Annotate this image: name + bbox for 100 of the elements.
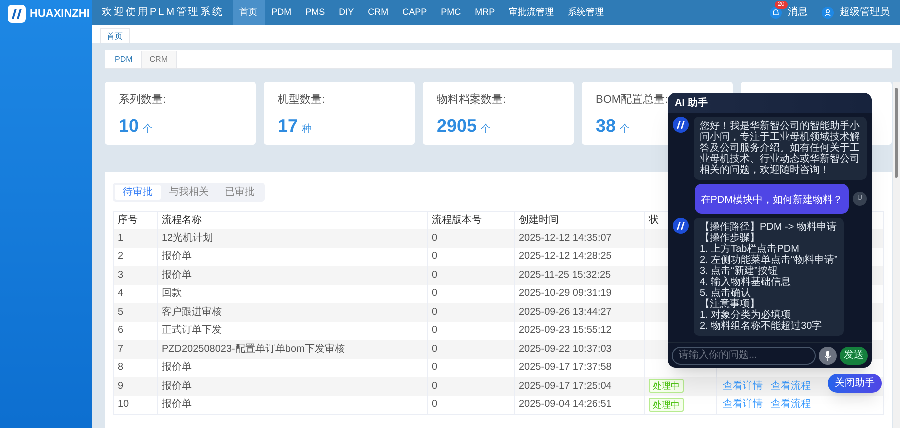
- action-link[interactable]: 查看详情: [723, 397, 763, 412]
- nav-tab[interactable]: CAPP: [396, 0, 434, 25]
- table-cell-text: 回款: [162, 287, 182, 302]
- table-cell-text: 0: [432, 361, 438, 376]
- nav-tab[interactable]: 首页: [232, 0, 265, 25]
- table-cell-text: 10: [118, 398, 130, 412]
- table-cell-text: 0: [432, 287, 438, 302]
- column-header: 流程名称: [162, 214, 202, 228]
- stat-unit: 种: [302, 122, 312, 136]
- column-header: 状: [649, 214, 659, 228]
- table-cell-text: 2025-09-23 15:55:12: [519, 324, 612, 338]
- stat-unit: 个: [143, 122, 154, 136]
- logo-icon: [8, 5, 26, 23]
- assistant-title: AI 助手: [675, 96, 708, 110]
- table-cell-text: 9: [118, 380, 124, 394]
- status-tag: 处理中: [649, 379, 684, 394]
- question-input[interactable]: 请输入你的问题...: [672, 346, 816, 364]
- nav-tab[interactable]: 审批流管理: [502, 0, 562, 25]
- table-cell-text: 0: [432, 268, 438, 283]
- table-cell-text: 2025-11-25 15:32:25: [519, 268, 612, 283]
- table-cell-text: 0: [432, 232, 438, 246]
- scrollbar-thumb[interactable]: [895, 88, 898, 178]
- message-line: 您好！我是华新智公司的智能助手小问小问，专注于工业母机领域技术解答及公司服务介绍。如有任何关于工业母机技术、行业动态或华新智公司相关的问题，欢迎随时咨询！: [700, 121, 861, 176]
- stat-unit: 个: [620, 122, 630, 136]
- message-line: 4. 输入物料基础信息: [700, 277, 792, 288]
- stat-value: 10: [119, 116, 140, 134]
- message-line: 在PDM模块中，如何新建物料？: [700, 195, 843, 206]
- table-cell-text: 2025-12-12 14:28:25: [519, 250, 612, 264]
- table-cell-text: 2025-09-17 17:37:58: [519, 361, 612, 376]
- approval-tab[interactable]: 待审批: [115, 185, 161, 200]
- stat-label: BOM配置总量:: [596, 93, 668, 108]
- table-cell-text: 12光机计划: [162, 232, 214, 246]
- nav-tab[interactable]: DIY: [332, 0, 362, 25]
- table-cell-text: 0: [432, 306, 438, 320]
- message-line: 【注意事项】: [700, 299, 760, 310]
- table-cell-text: PZD202508023-配置单订单bom下发审核: [162, 342, 345, 357]
- logo-text: HUAXINZHI: [30, 8, 90, 20]
- approval-tab[interactable]: 与我相关: [161, 185, 217, 200]
- nav-tab[interactable]: PDM: [264, 0, 299, 25]
- table-cell-text: 报价单: [162, 398, 192, 412]
- status-tag: 处理中: [649, 398, 684, 412]
- nav-tab[interactable]: CRM: [361, 0, 396, 25]
- nav-tab[interactable]: MRP: [468, 0, 502, 25]
- table-cell-text: 正式订单下发: [162, 324, 222, 338]
- table-cell-text: 2025-09-26 13:44:27: [519, 306, 612, 320]
- message-line: 3. 点击“新建”按钮: [700, 266, 779, 277]
- stat-label: 系列数量:: [119, 92, 166, 108]
- nav-tab[interactable]: PMS: [298, 0, 332, 25]
- table-cell-text: 5: [118, 306, 124, 320]
- stat-label: 物料档案数量:: [437, 92, 506, 108]
- nav-tab[interactable]: PMC: [434, 0, 468, 25]
- stat-unit: 个: [481, 122, 492, 136]
- page-tab[interactable]: 首页: [100, 28, 130, 43]
- system-title: 欢迎使用PLM管理系统: [102, 6, 225, 20]
- column-header: 序号: [118, 214, 138, 228]
- user-icon[interactable]: [822, 6, 834, 18]
- table-cell-text: 0: [432, 250, 438, 264]
- action-link[interactable]: 查看流程: [771, 397, 811, 412]
- approval-tab[interactable]: 已审批: [217, 185, 263, 200]
- table-cell-text: 7: [118, 342, 124, 357]
- close-assistant-button[interactable]: 关闭助手: [828, 374, 882, 393]
- table-cell-text: 0: [432, 324, 438, 338]
- column-header: 创建时间: [519, 214, 559, 228]
- table-cell-text: 报价单: [162, 380, 192, 394]
- stat-label: 机型数量:: [278, 93, 326, 108]
- table-cell-text: 0: [432, 398, 438, 412]
- message-line: 1. 上方Tab栏点击PDM: [700, 244, 800, 255]
- user-name[interactable]: 超级管理员: [840, 5, 890, 20]
- table-cell-text: 2025-09-22 10:37:03: [519, 342, 612, 357]
- message-line: 【操作步骤】: [700, 233, 760, 244]
- action-link[interactable]: 查看流程: [771, 378, 811, 394]
- messages-link[interactable]: 消息: [788, 5, 808, 20]
- message-line: 【操作路径】PDM -> 物料申请: [700, 222, 838, 233]
- table-cell-text: 客户跟进审核: [162, 306, 222, 320]
- assistant-avatar-icon: [673, 117, 689, 133]
- action-link[interactable]: 查看详情: [723, 378, 763, 394]
- table-cell-text: 1: [118, 232, 124, 246]
- table-cell-text: 0: [432, 342, 438, 357]
- stat-value: 2905: [437, 116, 478, 134]
- message-line: 2. 物料组名称不能超过30字: [700, 321, 824, 332]
- table-cell-text: 2025-10-29 09:31:19: [519, 287, 612, 302]
- assistant-avatar-icon: [673, 218, 689, 234]
- message-line: 1. 对象分类为必填项: [700, 310, 792, 321]
- table-cell-text: 8: [118, 361, 124, 376]
- table-cell-text: 2: [118, 250, 124, 264]
- send-button[interactable]: 发送: [840, 346, 868, 364]
- table-cell-text: 2025-12-12 14:35:07: [519, 232, 612, 246]
- table-cell-text: 报价单: [162, 268, 192, 283]
- microphone-icon[interactable]: [819, 346, 837, 364]
- stat-value: 17: [278, 116, 298, 134]
- table-cell-text: 3: [118, 268, 124, 283]
- table-cell-text: 4: [118, 287, 124, 302]
- nav-tab[interactable]: 系统管理: [561, 0, 612, 25]
- column-header: 流程版本号: [432, 214, 482, 228]
- table-cell-text: 报价单: [162, 250, 192, 264]
- table-cell-text: 2025-09-17 17:25:04: [519, 380, 612, 394]
- table-cell-text: 0: [432, 380, 438, 394]
- module-tab[interactable]: CRM: [142, 51, 177, 68]
- table-cell-text: 2025-09-04 14:26:51: [519, 398, 612, 412]
- table-cell-text: 报价单: [162, 360, 192, 376]
